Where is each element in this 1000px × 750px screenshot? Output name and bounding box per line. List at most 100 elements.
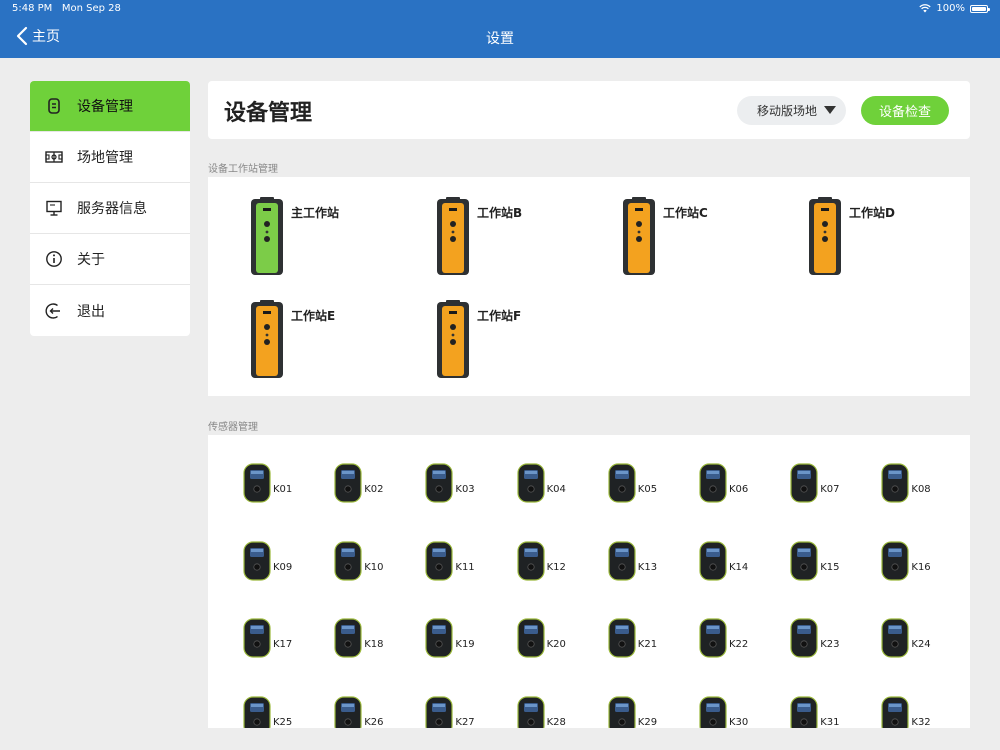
station-item[interactable]: 工作站E — [208, 300, 378, 382]
sensor-item[interactable]: K11 — [424, 540, 494, 590]
sensor-item[interactable]: K16 — [880, 540, 950, 590]
sensor-device-icon — [790, 618, 818, 658]
sensor-item[interactable]: K29 — [607, 695, 677, 728]
sensor-code: K08 — [911, 484, 931, 495]
station-device-icon — [251, 300, 283, 378]
station-device-icon — [437, 300, 469, 378]
sensor-item[interactable]: K03 — [424, 462, 494, 512]
station-item[interactable]: 主工作站 — [208, 197, 378, 279]
sensor-item[interactable]: K19 — [424, 617, 494, 667]
station-item[interactable]: 工作站D — [766, 197, 936, 279]
sensor-item[interactable]: K28 — [516, 695, 586, 728]
sensor-code: K12 — [546, 561, 566, 573]
sensor-code: K32 — [911, 716, 931, 728]
station-item[interactable]: 工作站B — [394, 197, 564, 279]
sidebar-item-field[interactable]: 场地管理 — [30, 132, 190, 183]
sensor-item[interactable]: K08 — [880, 462, 950, 512]
device-icon — [48, 98, 60, 114]
sensor-item[interactable]: K24 — [880, 617, 950, 667]
sensor-code: K14 — [729, 561, 749, 573]
sidebar-item-logout[interactable]: 退出 — [30, 285, 190, 336]
sensor-item[interactable]: K10 — [333, 540, 403, 590]
sensor-device-icon — [699, 618, 727, 658]
station-item[interactable]: 工作站F — [394, 300, 564, 382]
sensor-item[interactable]: K20 — [516, 617, 586, 667]
stations-section-label: 设备工作站管理 — [208, 164, 278, 175]
device-check-button[interactable]: 设备检查 — [861, 96, 949, 125]
station-name: 工作站E — [291, 309, 336, 323]
status-right: 100% — [919, 3, 990, 14]
status-time: 5:48 PM Mon Sep 28 — [12, 3, 121, 14]
sensor-code: K09 — [273, 561, 293, 573]
sidebar-item-label: 退出 — [77, 303, 105, 320]
stations-card: 主工作站 工作站B 工作站C 工作站D 工作站E 工作站F — [208, 177, 970, 396]
sensor-device-icon — [699, 696, 727, 728]
sensor-item[interactable]: K23 — [789, 617, 859, 667]
sensor-code: K20 — [546, 639, 566, 651]
sensor-device-icon — [608, 696, 636, 728]
sensor-device-icon — [516, 618, 545, 658]
sensor-code: K26 — [364, 716, 384, 728]
sensor-code: K18 — [364, 639, 384, 651]
wifi-icon — [919, 4, 932, 13]
sensor-item[interactable]: K32 — [880, 695, 950, 728]
sensor-item[interactable]: K06 — [698, 462, 768, 512]
sensors-section-label: 传感器管理 — [208, 422, 258, 433]
status-date: Mon Sep 28 — [61, 3, 121, 14]
sensor-code: K30 — [729, 716, 749, 728]
station-device-icon — [437, 197, 469, 275]
venue-select-value: 移动版场地 — [757, 104, 818, 118]
sensor-item[interactable]: K25 — [242, 695, 312, 728]
sensor-item[interactable]: K01 — [242, 462, 312, 512]
sensor-item[interactable]: K22 — [698, 617, 768, 667]
sensor-item[interactable]: K02 — [333, 462, 403, 512]
sensor-code: K21 — [637, 639, 658, 651]
logout-icon — [45, 302, 60, 319]
sensors-scroll-area[interactable]: K01 K02 K03 K04 K05 K06 K07 K08 K09 K10 K11 K12 K13 K… — [208, 435, 970, 728]
sensor-device-icon — [516, 540, 545, 581]
sensor-item[interactable]: K07 — [789, 462, 859, 512]
sidebar-item-server[interactable]: 服务器信息 — [30, 183, 190, 234]
sensor-device-icon — [425, 540, 453, 581]
station-item[interactable]: 工作站C — [580, 197, 750, 279]
sensor-device-icon — [425, 618, 453, 658]
battery-percent: 100% — [936, 3, 965, 14]
venue-select[interactable]: 移动版场地 — [737, 96, 846, 125]
nav-title: 设置 — [486, 31, 514, 47]
sidebar-item-device[interactable]: 设备管理 — [30, 81, 190, 132]
sensor-device-icon — [881, 618, 909, 658]
header-card: 设备管理 移动版场地 设备检查 — [208, 81, 970, 139]
sensor-item[interactable]: K14 — [698, 540, 768, 590]
info-icon — [46, 251, 62, 267]
sensor-item[interactable]: K26 — [333, 695, 403, 728]
station-device-icon — [623, 197, 655, 275]
sensor-code: K17 — [273, 639, 293, 651]
status-clock: 5:48 PM — [12, 3, 53, 14]
sensor-item[interactable]: K21 — [607, 617, 677, 667]
sensor-item[interactable]: K27 — [424, 695, 494, 728]
sensor-item[interactable]: K12 — [516, 540, 586, 590]
station-name: 工作站D — [849, 206, 895, 220]
sidebar-item-about[interactable]: 关于 — [30, 234, 190, 285]
sensor-item[interactable]: K17 — [242, 617, 312, 667]
sensor-code: K03 — [455, 484, 475, 495]
sensor-code: K04 — [546, 484, 566, 495]
sensor-device-icon — [608, 540, 636, 581]
sensor-item[interactable]: K05 — [607, 462, 677, 512]
sensor-item[interactable]: K09 — [242, 540, 312, 590]
station-name: 工作站C — [663, 206, 708, 220]
sensor-item[interactable]: K18 — [333, 617, 403, 667]
sensor-code: K05 — [637, 484, 658, 495]
sensor-item[interactable]: K31 — [789, 695, 859, 728]
station-device-icon — [809, 197, 841, 275]
sensor-code: K25 — [273, 716, 293, 728]
sensor-code: K15 — [820, 561, 840, 573]
sensor-item[interactable]: K13 — [607, 540, 677, 590]
sensor-device-icon — [881, 696, 909, 728]
sensor-item[interactable]: K15 — [789, 540, 859, 590]
sensor-device-icon — [243, 618, 271, 658]
sensor-item[interactable]: K04 — [516, 462, 586, 512]
station-device-icon — [251, 197, 283, 275]
sensor-item[interactable]: K30 — [698, 695, 768, 728]
page-title: 设备管理 — [224, 101, 313, 126]
